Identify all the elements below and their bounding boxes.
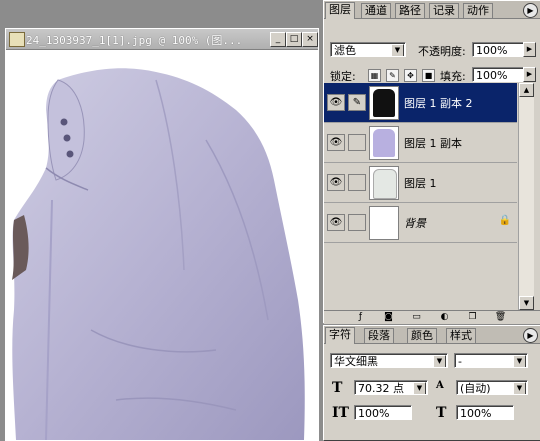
layer-name: 图层 1 副本 2 [404, 97, 473, 110]
chevron-down-icon: ▼ [413, 382, 426, 394]
layer-thumbnail [369, 86, 399, 120]
document-title: 24_1303937_1[1].jpg @ 100% (图... [26, 34, 243, 47]
tab-character[interactable]: 字符 [325, 327, 355, 344]
blend-mode-value: 滤色 [334, 44, 356, 57]
opacity-input[interactable]: 100% [472, 42, 524, 57]
trash-icon[interactable]: 🗑 [494, 312, 507, 323]
fx-icon[interactable]: ƒ [354, 312, 367, 323]
chevron-down-icon: ▼ [513, 355, 526, 367]
scroll-down-button[interactable]: ▼ [519, 296, 534, 310]
eye-icon[interactable]: 👁 [327, 174, 345, 191]
document-titlebar[interactable]: 24_1303937_1[1].jpg @ 100% (图... _ □ × [6, 29, 318, 50]
layer-name: 图层 1 [404, 177, 437, 190]
layer-row[interactable]: 👁 ✎ 图层 1 副本 2 [324, 83, 517, 123]
tab-history[interactable]: 记录 [429, 3, 459, 18]
font-size-input[interactable]: 70.32 点 ▼ [354, 380, 428, 395]
char-panel-tabs: 字符 段落 颜色 样式 ▶ [324, 326, 540, 344]
font-style-value: - [458, 355, 462, 368]
tab-channels[interactable]: 通道 [361, 3, 391, 18]
font-size-icon: T [332, 380, 343, 396]
font-size-value: 70.32 点 [358, 382, 404, 395]
leading-select[interactable]: (自动) ▼ [456, 380, 528, 395]
layer-row[interactable]: 👁 图层 1 [324, 163, 517, 203]
layer-thumbnail [369, 166, 399, 200]
horizontal-scale-input[interactable]: 100% [456, 405, 514, 420]
fill-input[interactable]: 100% [472, 67, 524, 82]
layer-row[interactable]: 👁 图层 1 副本 [324, 123, 517, 163]
fill-slider-button[interactable]: ▶ [523, 67, 536, 82]
lock-label: 锁定: [330, 70, 356, 83]
char-panel-menu-icon[interactable]: ▶ [523, 328, 538, 343]
layer-thumbnail [369, 206, 399, 240]
layer-name: 图层 1 副本 [404, 137, 462, 150]
lock-paint-icon[interactable]: ✎ [386, 69, 399, 82]
close-button[interactable]: × [302, 32, 318, 47]
tab-paths[interactable]: 路径 [395, 3, 425, 18]
horizontal-scale-icon: T [436, 405, 447, 421]
tab-layers[interactable]: 图层 [325, 2, 355, 19]
maximize-button[interactable]: □ [286, 32, 302, 47]
character-panel: 字符 段落 颜色 样式 ▶ 华文细黑 ▼ - ▼ T 70.32 点 ▼ A (… [323, 325, 540, 441]
image-canvas[interactable] [6, 50, 318, 440]
vertical-scale-input[interactable]: 100% [354, 405, 412, 420]
font-style-select[interactable]: - ▼ [454, 353, 528, 368]
layer-thumbnail [369, 126, 399, 160]
eye-icon[interactable]: 👁 [327, 214, 345, 231]
document-window: 24_1303937_1[1].jpg @ 100% (图... _ □ × [5, 28, 319, 441]
eye-icon[interactable]: 👁 [327, 94, 345, 111]
chevron-down-icon: ▼ [513, 382, 526, 394]
leading-icon: A [436, 380, 444, 391]
leading-value: (自动) [460, 382, 491, 395]
link-icon[interactable] [348, 134, 366, 151]
chevron-down-icon: ▼ [433, 355, 446, 367]
scroll-up-button[interactable]: ▲ [519, 83, 534, 97]
tab-styles[interactable]: 样式 [446, 328, 476, 343]
adjustment-icon[interactable]: ◐ [438, 312, 451, 323]
layers-scrollbar[interactable]: ▲ ▼ [518, 83, 534, 310]
layer-name: 背景 [404, 217, 426, 230]
layers-panel-tabs: 图层 通道 路径 记录 动作 ▶ [324, 1, 540, 19]
font-family-value: 华文细黑 [334, 355, 378, 368]
lock-move-icon[interactable]: ✥ [404, 69, 417, 82]
lock-transparent-icon[interactable]: ▦ [368, 69, 381, 82]
tab-color[interactable]: 颜色 [407, 328, 437, 343]
layer-row[interactable]: 👁 背景 🔒 [324, 203, 517, 243]
layers-bottom-toolbar: ƒ ◙ ▭ ◐ ❐ 🗑 [324, 310, 540, 324]
blend-mode-select[interactable]: 滤色 ▼ [330, 42, 406, 57]
document-icon [9, 32, 25, 47]
lock-icon: 🔒 [498, 215, 511, 226]
folder-icon[interactable]: ▭ [410, 312, 423, 323]
opacity-label: 不透明度: [418, 45, 466, 58]
layer-list: 👁 ✎ 图层 1 副本 2 👁 图层 1 副本 👁 图层 1 👁 背景 🔒 [324, 83, 518, 310]
layers-panel: 图层 通道 路径 记录 动作 ▶ 滤色 ▼ 不透明度: 100% ▶ 锁定: ▦… [323, 0, 540, 324]
mask-icon[interactable]: ◙ [382, 312, 395, 323]
link-icon[interactable] [348, 174, 366, 191]
eye-icon[interactable]: 👁 [327, 134, 345, 151]
chevron-down-icon: ▼ [391, 44, 404, 56]
tab-actions[interactable]: 动作 [463, 3, 493, 18]
vertical-scale-icon: IT [332, 405, 349, 421]
link-icon[interactable] [348, 214, 366, 231]
tab-paragraph[interactable]: 段落 [364, 328, 394, 343]
jacket-image [12, 68, 305, 440]
font-family-select[interactable]: 华文细黑 ▼ [330, 353, 448, 368]
lock-all-icon[interactable]: ■ [422, 69, 435, 82]
panel-menu-icon[interactable]: ▶ [523, 3, 538, 18]
opacity-slider-button[interactable]: ▶ [523, 42, 536, 57]
brush-icon[interactable]: ✎ [348, 94, 366, 111]
new-layer-icon[interactable]: ❐ [466, 312, 479, 323]
fill-label: 填充: [440, 70, 466, 83]
minimize-button[interactable]: _ [270, 32, 286, 47]
